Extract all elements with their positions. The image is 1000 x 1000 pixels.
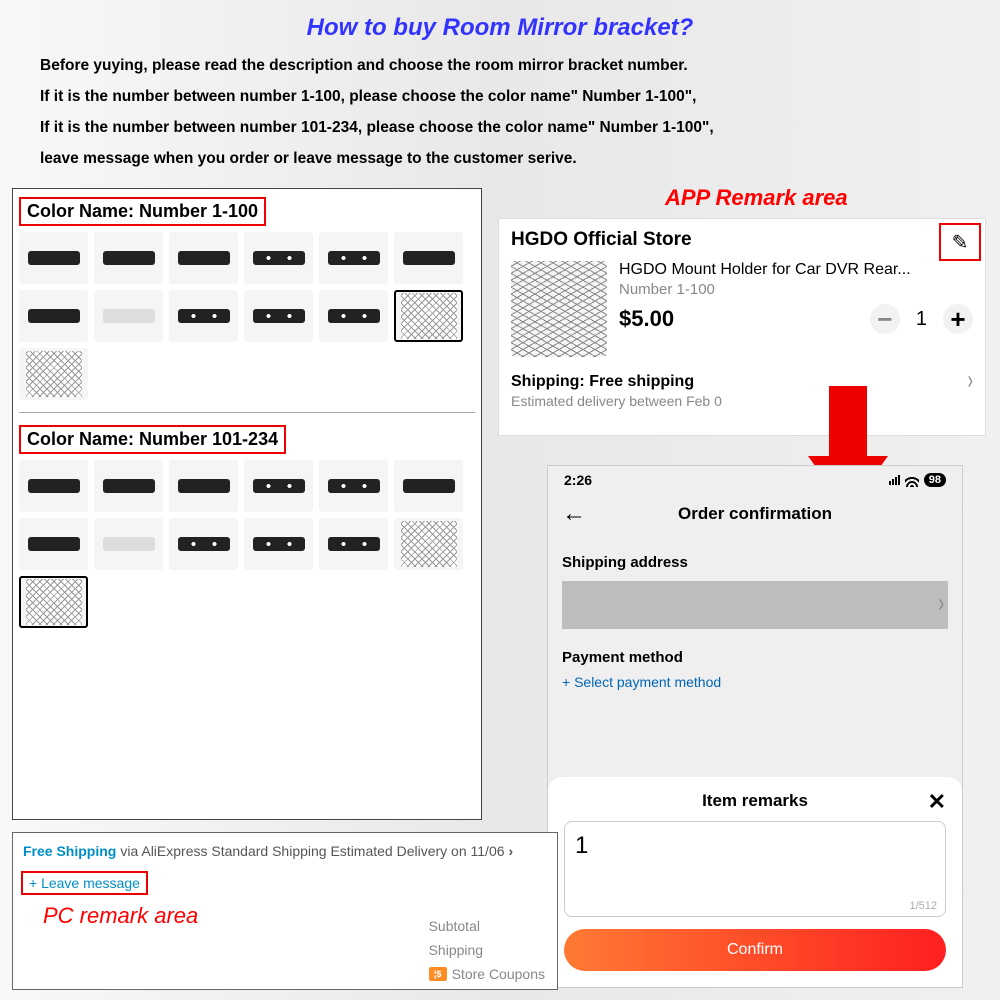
app-cart-card: ✎ HGDO Official Store HGDO Mount Holder … — [498, 218, 986, 436]
qty-value: 1 — [916, 308, 927, 331]
status-time: 2:26 — [564, 472, 592, 488]
bracket-thumb[interactable] — [244, 290, 313, 342]
bracket-thumb[interactable] — [319, 290, 388, 342]
bracket-thumb[interactable] — [94, 460, 163, 512]
thumbnail-grid-2 — [13, 460, 481, 636]
shipping-title: Shipping: Free shipping — [511, 373, 722, 391]
bracket-thumb[interactable] — [19, 460, 88, 512]
bracket-thumb[interactable] — [94, 518, 163, 570]
color-selection-panel: Color Name: Number 1-100 Color Name: Num… — [12, 188, 482, 820]
bracket-thumb[interactable] — [244, 518, 313, 570]
payment-method-heading: Payment method — [548, 637, 962, 672]
bracket-thumb[interactable] — [19, 348, 88, 400]
char-count: 1/512 — [909, 900, 937, 912]
app-remark-label: APP Remark area — [665, 185, 848, 211]
close-button[interactable]: ✕ — [928, 789, 946, 815]
thumbnail-grid-1 — [13, 232, 481, 408]
store-name: HGDO Official Store — [511, 229, 973, 251]
phone-mockup: 2:26 98 ← Order confirmation Shipping ad… — [547, 465, 963, 988]
store-coupons-label: Store Coupons — [452, 963, 545, 987]
bracket-thumb[interactable] — [394, 518, 463, 570]
delivery-text: via AliExpress Standard Shipping Estimat… — [120, 843, 504, 859]
instruction-line: If it is the number between number 101-2… — [40, 112, 960, 143]
bracket-thumb[interactable] — [244, 460, 313, 512]
bracket-thumb[interactable] — [319, 518, 388, 570]
wifi-icon — [905, 473, 919, 487]
remark-value: 1 — [575, 832, 588, 859]
instruction-line: leave message when you order or leave me… — [40, 143, 960, 174]
confirm-button[interactable]: Confirm — [564, 929, 946, 971]
item-remarks-sheet: Item remarks ✕ 1 1/512 Confirm — [548, 777, 962, 987]
subtotal-label: Subtotal — [429, 915, 545, 939]
chevron-right-icon: › — [968, 368, 973, 397]
item-remarks-title: Item remarks — [702, 791, 808, 811]
bracket-thumb[interactable] — [94, 232, 163, 284]
product-variant: Number 1-100 — [619, 281, 973, 298]
signal-icon — [889, 475, 900, 485]
pencil-icon: ✎ — [952, 230, 969, 255]
order-confirmation-title: Order confirmation — [562, 504, 948, 524]
qty-increase-button[interactable]: + — [943, 304, 973, 334]
free-shipping-label: Free Shipping — [23, 843, 116, 859]
edit-remark-button[interactable]: ✎ — [939, 223, 981, 261]
bracket-thumb[interactable] — [244, 232, 313, 284]
bracket-thumb[interactable] — [319, 460, 388, 512]
color-group-2-label: Color Name: Number 101-234 — [19, 425, 286, 454]
bracket-thumb-selected[interactable] — [394, 290, 463, 342]
product-price: $5.00 — [619, 306, 674, 332]
pc-remark-panel: Free Shipping via AliExpress Standard Sh… — [12, 832, 558, 990]
instruction-line: Before yuying, please read the descripti… — [40, 50, 960, 81]
shipping-address-block[interactable]: › — [562, 581, 948, 629]
chevron-right-icon: › — [939, 591, 944, 620]
bracket-thumb-selected[interactable] — [19, 576, 88, 628]
bracket-thumb[interactable] — [169, 290, 238, 342]
back-button[interactable]: ← — [562, 500, 586, 528]
bracket-thumb[interactable] — [169, 518, 238, 570]
shipping-estimate: Estimated delivery between Feb 0 — [511, 393, 722, 409]
product-thumbnail — [511, 261, 607, 357]
phone-status-bar: 2:26 98 — [548, 466, 962, 494]
battery-icon: 98 — [924, 473, 946, 487]
chevron-right-icon: › — [509, 843, 514, 859]
bracket-thumb[interactable] — [94, 290, 163, 342]
quantity-stepper: − 1 + — [870, 304, 973, 334]
bracket-thumb[interactable] — [19, 290, 88, 342]
leave-message-link[interactable]: + Leave message — [21, 871, 148, 895]
shipping-address-heading: Shipping address — [548, 542, 962, 577]
bracket-thumb[interactable] — [169, 232, 238, 284]
divider — [19, 412, 475, 413]
bracket-thumb[interactable] — [319, 232, 388, 284]
qty-decrease-button[interactable]: − — [870, 304, 900, 334]
bracket-thumb[interactable] — [19, 232, 88, 284]
bracket-thumb[interactable] — [394, 460, 463, 512]
bracket-thumb[interactable] — [19, 518, 88, 570]
instruction-line: If it is the number between number 1-100… — [40, 81, 960, 112]
coupon-icon: ¦$ — [429, 967, 447, 981]
product-title: HGDO Mount Holder for Car DVR Rear... — [619, 261, 973, 279]
shipping-row[interactable]: Shipping: Free shipping Estimated delive… — [511, 373, 973, 409]
bracket-thumb[interactable] — [394, 232, 463, 284]
select-payment-link[interactable]: + Select payment method — [548, 672, 962, 700]
page-title: How to buy Room Mirror bracket? — [0, 0, 1000, 50]
color-group-1-label: Color Name: Number 1-100 — [19, 197, 266, 226]
bracket-thumb[interactable] — [169, 460, 238, 512]
remark-textarea[interactable]: 1 1/512 — [564, 821, 946, 917]
shipping-label: Shipping — [429, 939, 545, 963]
instructions-block: Before yuying, please read the descripti… — [0, 50, 1000, 174]
